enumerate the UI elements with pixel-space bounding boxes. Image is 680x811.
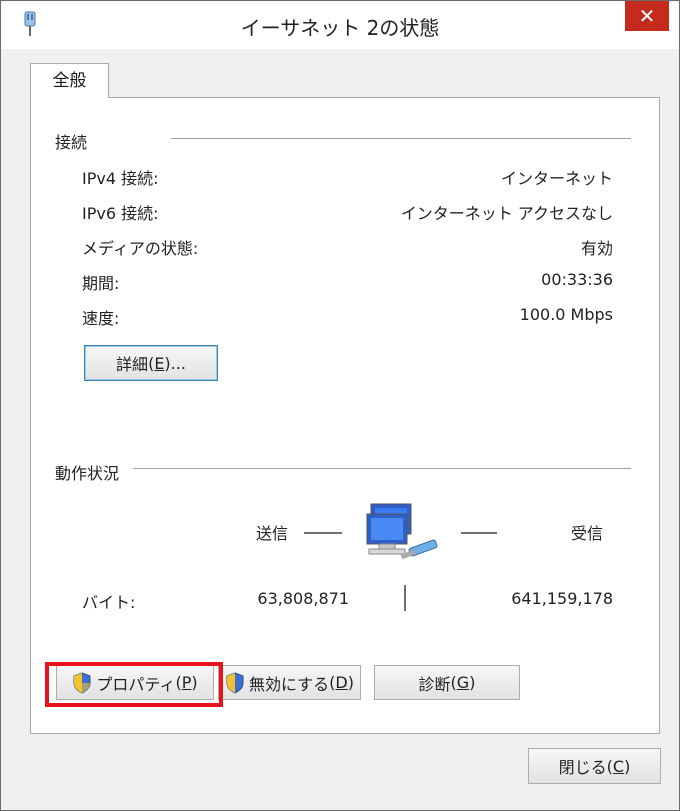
connection-group-divider xyxy=(171,138,631,139)
media-state-label: メディアの状態: xyxy=(82,239,199,258)
diagnose-button-text: 診断 xyxy=(418,674,451,694)
bytes-label: バイト: xyxy=(82,593,136,612)
details-button-mnemonic: E xyxy=(154,353,165,373)
disable-button-text: 無効にする xyxy=(249,674,330,694)
close-button-text: 閉じる xyxy=(558,758,607,777)
details-button-suffix: ... xyxy=(170,353,186,373)
uac-shield-icon xyxy=(73,671,91,694)
ipv6-value: インターネット アクセスなし xyxy=(400,204,613,223)
close-button[interactable]: 閉じる(C) xyxy=(528,748,661,784)
network-computers-icon xyxy=(366,503,438,560)
activity-group-divider xyxy=(133,468,631,469)
media-state-value: 有効 xyxy=(580,239,613,258)
properties-button-text: プロパティ xyxy=(96,674,176,694)
received-connector-line xyxy=(461,532,497,534)
close-button-mnemonic: C xyxy=(612,756,625,776)
title-bar[interactable]: イーサネット 2の状態 ✕ xyxy=(1,1,679,49)
details-button[interactable]: 詳細(E)... xyxy=(84,345,218,381)
general-tab-panel: 接続 IPv4 接続: インターネット IPv6 接続: インターネット アクセ… xyxy=(30,97,660,734)
properties-button-mnemonic: P xyxy=(181,673,192,692)
activity-group-title: 動作状況 xyxy=(55,464,120,483)
duration-value: 00:33:36 xyxy=(541,270,613,289)
ipv6-label: IPv6 接続: xyxy=(82,204,159,223)
status-dialog: イーサネット 2の状態 ✕ 全般 接続 IPv4 接続: インターネット IPv… xyxy=(0,0,680,811)
received-label: 受信 xyxy=(571,524,604,543)
sent-connector-line xyxy=(304,532,342,534)
connection-group-title: 接続 xyxy=(55,133,88,152)
tab-general[interactable]: 全般 xyxy=(30,63,109,98)
speed-label: 速度: xyxy=(82,309,120,328)
window-title: イーサネット 2の状態 xyxy=(240,16,440,40)
disable-button-mnemonic: D xyxy=(335,673,348,692)
bytes-sent-value: 63,808,871 xyxy=(257,589,349,608)
details-button-text: 詳細 xyxy=(116,355,149,374)
diagnose-button[interactable]: 診断(G) xyxy=(374,665,520,700)
bytes-received-value: 641,159,178 xyxy=(511,589,613,608)
uac-shield-icon xyxy=(226,671,244,694)
duration-label: 期間: xyxy=(82,274,120,293)
window-close-button[interactable]: ✕ xyxy=(625,1,669,31)
properties-button[interactable]: プロパティ(P) xyxy=(56,665,214,700)
sent-label: 送信 xyxy=(256,524,289,543)
ipv4-value: インターネット xyxy=(500,169,613,188)
diagnose-button-mnemonic: G xyxy=(456,673,470,692)
disable-button[interactable]: 無効にする(D) xyxy=(218,665,361,700)
bytes-divider xyxy=(404,585,406,611)
ipv4-label: IPv4 接続: xyxy=(82,169,159,188)
speed-value: 100.0 Mbps xyxy=(519,305,613,324)
